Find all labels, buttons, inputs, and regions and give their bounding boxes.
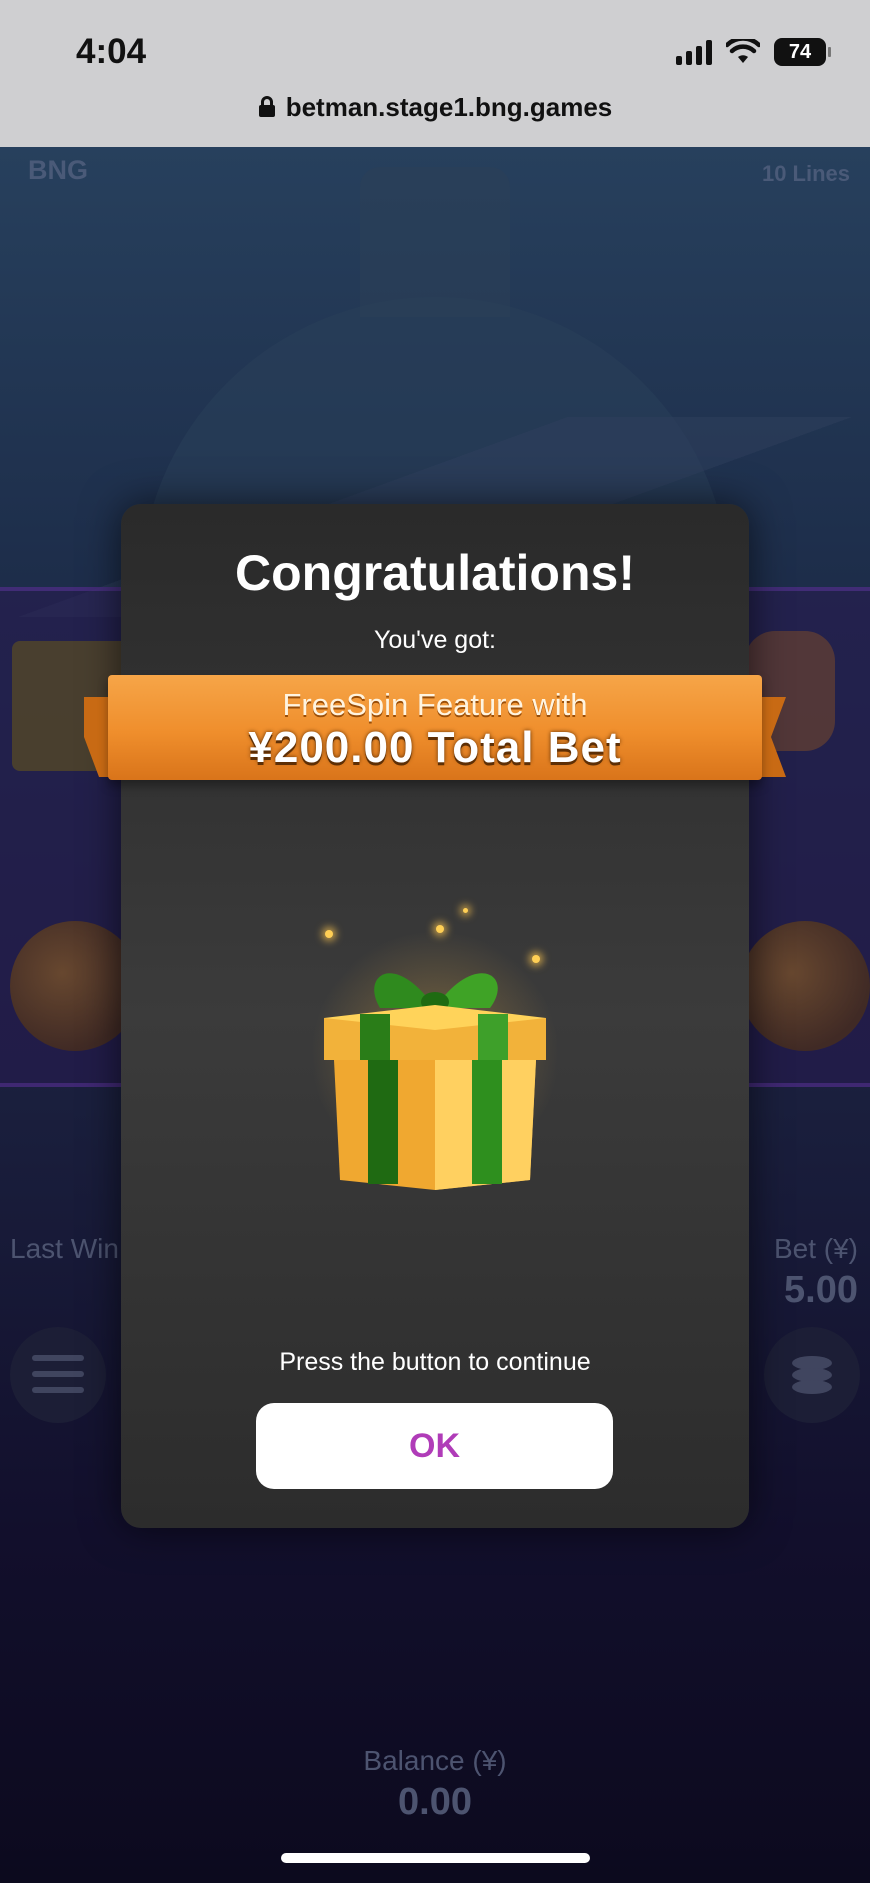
bet-value: 5.00 xyxy=(784,1269,858,1311)
ribbon-feature-text: FreeSpin Feature with xyxy=(282,687,588,722)
status-time: 4:04 xyxy=(76,32,147,71)
bet-label: Bet (¥) xyxy=(773,1233,858,1264)
status-icons: 74 xyxy=(676,38,831,66)
wifi-icon xyxy=(726,39,760,63)
lock-icon xyxy=(258,96,275,117)
ribbon-banner: FreeSpin Feature with ¥200.00 Total Bet xyxy=(108,675,762,780)
ok-button[interactable]: OK xyxy=(256,1403,613,1489)
last-win-label: Last Win xyxy=(10,1233,119,1264)
continue-instruction: Press the button to continue xyxy=(279,1348,591,1376)
url-text: betman.stage1.bng.games xyxy=(285,92,613,122)
brand-logo: BNG xyxy=(28,155,88,185)
browser-status-bar: 4:04 74 betman.stage1.bng.games xyxy=(0,0,870,147)
balance-value: 0.00 xyxy=(398,1781,472,1823)
balance-label: Balance (¥) xyxy=(363,1745,507,1776)
ribbon-total-bet: ¥200.00 Total Bet xyxy=(248,723,622,772)
coin-bag-symbol xyxy=(740,921,870,1051)
dialog-subtitle: You've got: xyxy=(373,626,496,654)
building-tower xyxy=(360,167,510,317)
battery-icon: 74 xyxy=(774,38,831,66)
cellular-signal-icon xyxy=(676,39,712,65)
url-bar[interactable]: betman.stage1.bng.games xyxy=(0,92,870,123)
lines-count: 10 Lines xyxy=(761,161,850,186)
gift-box-icon xyxy=(300,890,570,1210)
prize-ribbon: FreeSpin Feature with ¥200.00 Total Bet xyxy=(84,675,786,803)
dialog-title: Congratulations! xyxy=(235,545,635,601)
home-indicator[interactable] xyxy=(281,1853,590,1863)
